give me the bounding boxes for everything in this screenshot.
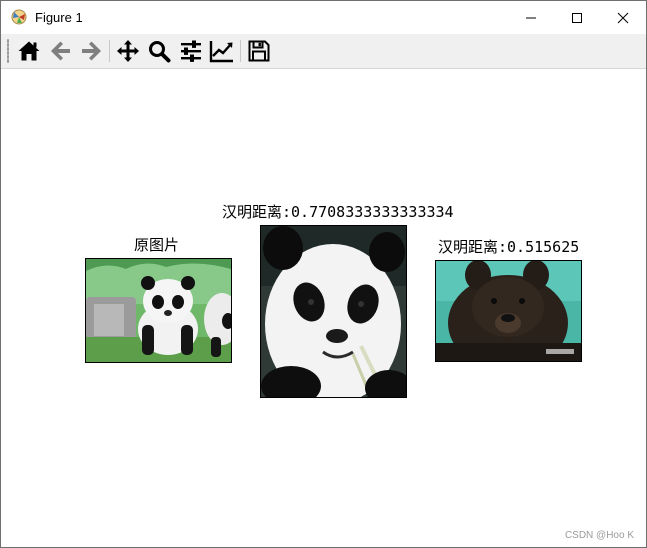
- original-panda-image: [85, 258, 232, 363]
- save-floppy-icon: [248, 40, 270, 62]
- zoom-button[interactable]: [146, 38, 172, 64]
- edit-axis-button[interactable]: [209, 38, 235, 64]
- matplotlib-app-icon: [11, 9, 27, 25]
- pan-move-icon: [117, 40, 139, 62]
- subplots-sliders-icon: [181, 40, 201, 62]
- zoom-magnifier-icon: [149, 41, 171, 63]
- original-image-title: 原图片: [134, 236, 180, 254]
- comparison-2-title: 汉明距离:0.515625: [438, 238, 580, 256]
- minimize-icon: [526, 17, 536, 18]
- comparison-1-title: 汉明距离:0.7708333333333334: [222, 203, 454, 221]
- figure-canvas[interactable]: 原图片 汉明距离:0.7708333333333334 汉明距离:0.51562…: [1, 69, 646, 547]
- close-button[interactable]: [600, 1, 646, 34]
- toolbar-grip: [7, 39, 9, 63]
- maximize-button[interactable]: [554, 1, 600, 34]
- toolbar-separator: [109, 40, 110, 62]
- window-title: Figure 1: [35, 10, 83, 25]
- home-button[interactable]: [16, 38, 42, 64]
- subplots-button[interactable]: [178, 38, 204, 64]
- comparison-1-panda-image: [260, 225, 407, 398]
- edit-axis-line-icon: [209, 41, 233, 63]
- forward-arrow-icon: [82, 41, 101, 61]
- maximize-icon: [572, 12, 582, 23]
- home-icon: [18, 41, 40, 61]
- save-button[interactable]: [246, 38, 272, 64]
- comparison-2-bear-image: [435, 260, 582, 362]
- back-arrow-icon: [51, 41, 70, 61]
- forward-button[interactable]: [78, 38, 104, 64]
- close-icon: [617, 12, 629, 23]
- title-bar: Figure 1: [1, 1, 646, 34]
- csdn-watermark: CSDN @Hoo K: [564, 530, 634, 541]
- back-button[interactable]: [48, 38, 74, 64]
- pan-button[interactable]: [115, 38, 141, 64]
- minimize-button[interactable]: [508, 1, 554, 34]
- figure-window: Figure 1 原图片 汉明距离:0.7708333333333334 汉明距…: [0, 0, 647, 548]
- toolbar-separator: [240, 40, 241, 62]
- navigation-toolbar: [1, 34, 646, 69]
